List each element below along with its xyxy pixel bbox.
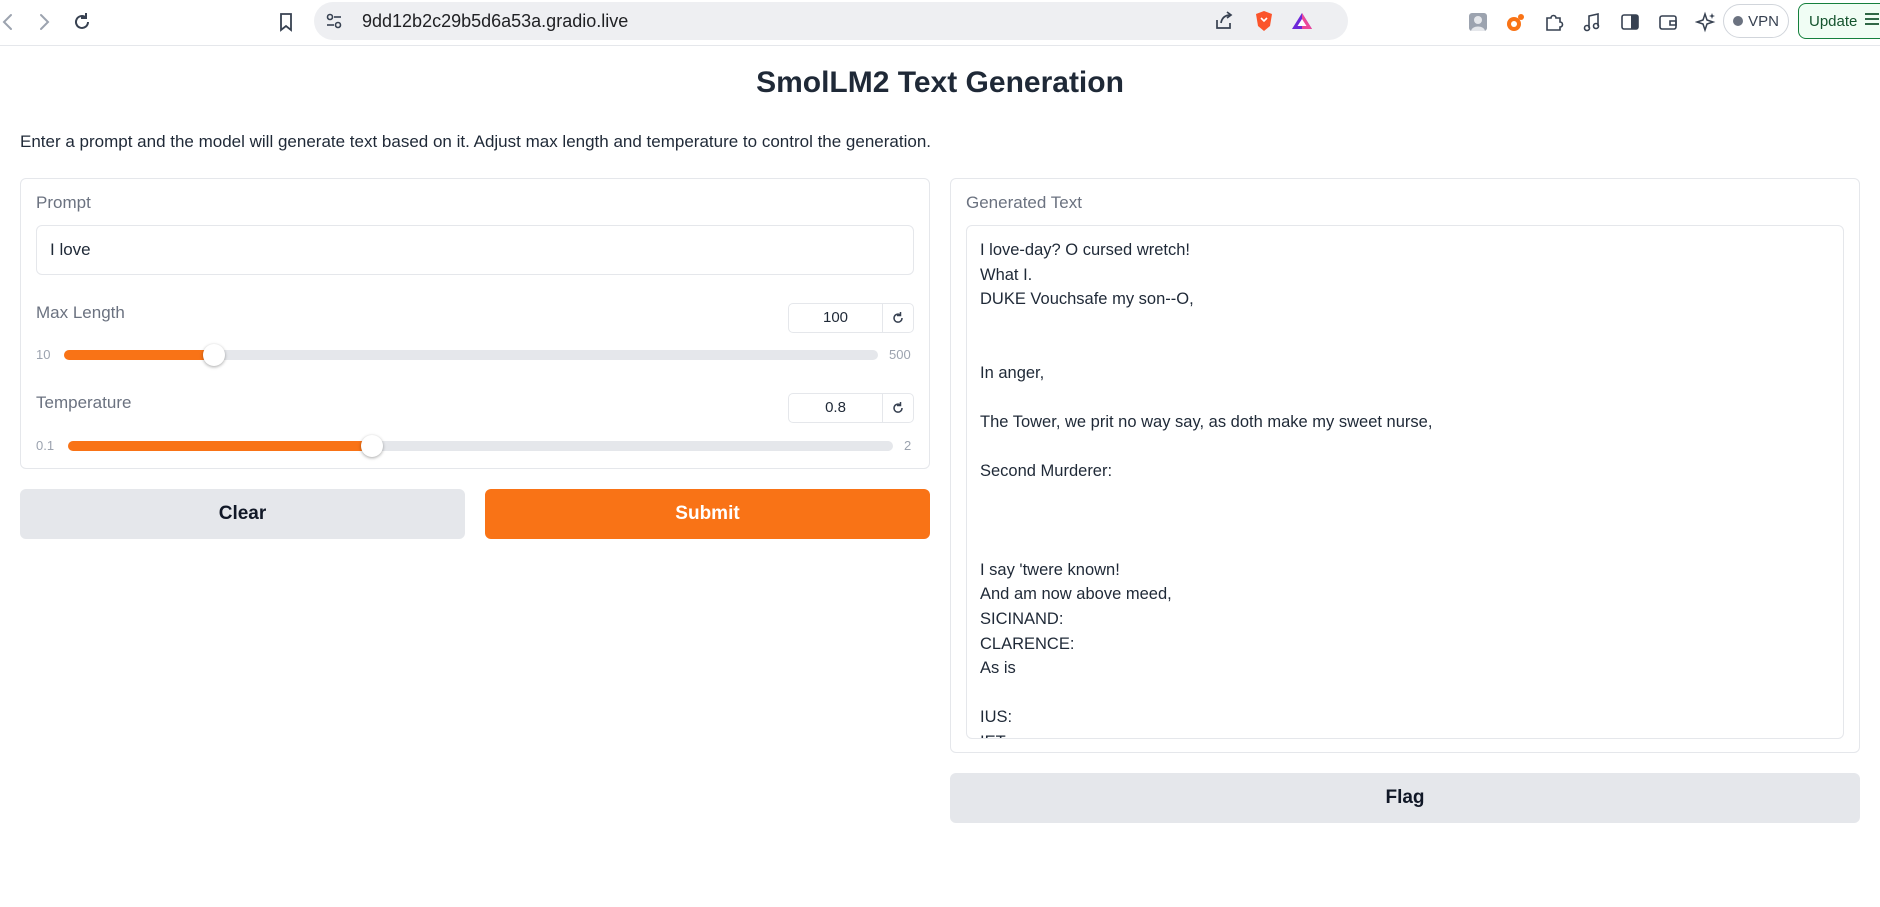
generated-text-label: Generated Text (966, 193, 1082, 212)
generated-text-line: DUKE Vouchsafe my son--O, (980, 290, 1194, 309)
wallet-icon[interactable] (1654, 8, 1682, 36)
temperature-min: 0.1 (36, 438, 55, 453)
input-panel: Prompt Max Length 100 10 500 Temperature… (20, 178, 930, 469)
temperature-slider-thumb[interactable] (360, 435, 383, 457)
generated-text-line: The Tower, we prit no way say, as doth m… (980, 413, 1433, 432)
temperature-reset-icon[interactable] (883, 394, 913, 422)
media-music-icon[interactable] (1578, 8, 1606, 36)
reload-icon[interactable] (68, 8, 96, 36)
generated-text-line: SICINAND: (980, 609, 1064, 628)
max-length-slider-thumb[interactable] (202, 344, 225, 366)
generated-text-output[interactable]: I love-day? O cursed wretch! What I. DUKE … (966, 225, 1844, 739)
generated-text-line: In anger, (980, 363, 1045, 382)
brave-extension-icon[interactable] (1502, 8, 1530, 36)
generated-text-line: IUS: (980, 708, 1013, 727)
leo-ai-icon[interactable] (1692, 8, 1720, 36)
menu-icon[interactable] (1863, 11, 1880, 31)
max-length-min: 10 (36, 347, 51, 362)
profile-avatar-icon[interactable] (1464, 8, 1492, 36)
temperature-slider[interactable] (68, 435, 893, 457)
sidebar-toggle-icon[interactable] (1616, 8, 1644, 36)
temperature-number-input[interactable]: 0.8 (789, 394, 883, 422)
max-length-slider[interactable] (64, 344, 878, 366)
temperature-number-box: 0.8 (788, 393, 914, 423)
prompt-label: Prompt (36, 193, 91, 212)
max-length-label: Max Length (36, 303, 125, 322)
temperature-max: 2 (904, 438, 912, 453)
generated-text-line (980, 312, 1432, 337)
site-settings-icon[interactable] (320, 7, 348, 35)
bookmark-icon[interactable] (272, 8, 300, 36)
generated-text-line: As is (980, 659, 1016, 678)
generated-text-line (980, 681, 1432, 706)
temperature-label: Temperature (36, 393, 132, 412)
update-button[interactable]: Update (1798, 3, 1880, 39)
generated-text-line: I love-day? O cursed wretch! (980, 241, 1191, 259)
brave-rewards-icon[interactable] (1288, 7, 1316, 35)
back-icon[interactable] (0, 8, 22, 36)
extensions-puzzle-icon[interactable] (1540, 8, 1568, 36)
update-label: Update (1809, 12, 1858, 30)
vpn-label: VPN (1748, 12, 1779, 30)
url-text[interactable]: 9dd12b2c29b5d6a53a.gradio.live (362, 11, 628, 32)
submit-button[interactable]: Submit (485, 489, 930, 539)
max-length-slider-fill (64, 350, 214, 360)
generated-text-line: What I. (980, 265, 1033, 284)
prompt-input[interactable] (36, 225, 914, 275)
max-length-number-input[interactable]: 100 (789, 304, 883, 332)
output-panel: Generated Text I love-day? O cursed wret… (950, 178, 1860, 753)
address-bar[interactable]: 9dd12b2c29b5d6a53a.gradio.live (314, 2, 1348, 40)
vpn-button[interactable]: VPN (1723, 4, 1789, 38)
page-title: SmolLM2 Text Generation (756, 66, 1124, 99)
brave-shield-icon[interactable] (1250, 7, 1278, 35)
browser-toolbar: 9dd12b2c29b5d6a53a.gradio.live VPN Updat… (0, 0, 1880, 46)
generated-text-line: Second Murderer: (980, 462, 1113, 481)
max-length-reset-icon[interactable] (883, 304, 913, 332)
generated-text-line (980, 336, 1432, 361)
clear-button[interactable]: Clear (20, 489, 465, 539)
generated-text-line (980, 533, 1432, 558)
flag-button[interactable]: Flag (950, 773, 1860, 823)
generated-text-lines: I love-day? O cursed wretch! What I. DUKE … (980, 238, 1433, 738)
generated-text-line (980, 386, 1432, 411)
max-length-number-box: 100 (788, 303, 914, 333)
generated-text-line: IET: (980, 730, 1432, 738)
page-description: Enter a prompt and the model will genera… (20, 132, 931, 151)
temperature-slider-fill (68, 441, 372, 451)
generated-text-line (980, 509, 1432, 534)
generated-text-line: And am now above meed, (980, 585, 1172, 604)
generated-text-line: CLARENCE: (980, 634, 1075, 653)
max-length-max: 500 (889, 347, 911, 362)
forward-icon[interactable] (30, 8, 58, 36)
generated-text-line (980, 435, 1432, 460)
vpn-status-icon (1733, 16, 1744, 26)
generated-text-line: I say 'twere known! (980, 560, 1120, 579)
share-icon[interactable] (1210, 7, 1238, 35)
generated-text-line (980, 484, 1432, 509)
